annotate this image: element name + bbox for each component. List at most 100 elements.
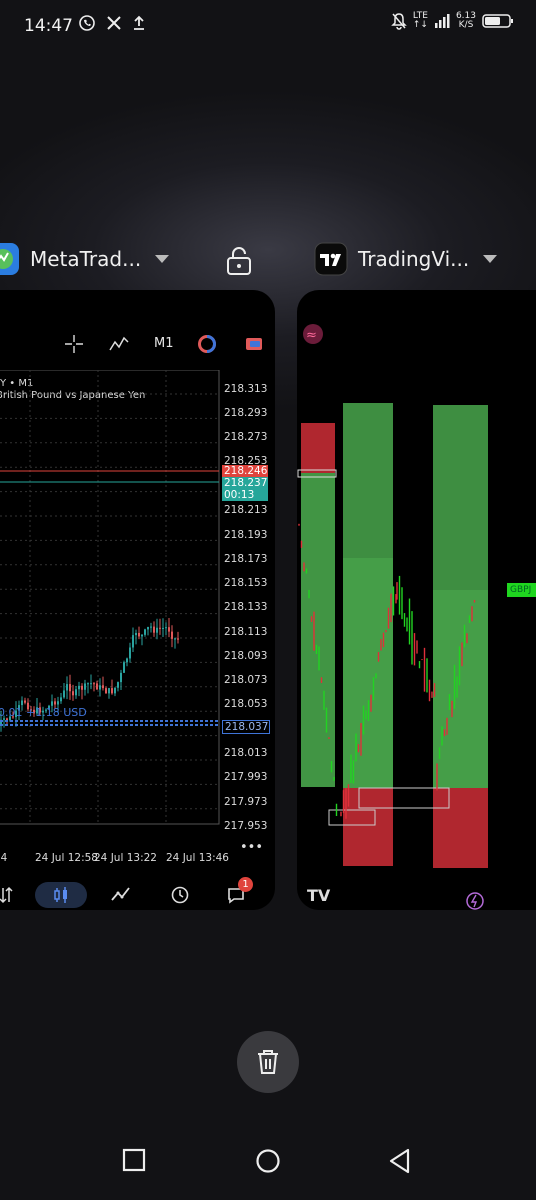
- chevron-down-icon[interactable]: [155, 255, 170, 263]
- price-axis-label: 218.193: [224, 529, 268, 541]
- trade-icon[interactable]: [244, 334, 264, 358]
- timeframe-button[interactable]: M1: [154, 336, 174, 351]
- price-axis-label: 217.993: [224, 771, 268, 783]
- candle-body: [162, 627, 164, 629]
- candle-body: [153, 626, 155, 633]
- price-axis-label: 218.053: [224, 698, 268, 710]
- indicators-icon[interactable]: [108, 334, 130, 358]
- status-icons-left: [78, 14, 146, 32]
- triangle-back-icon: [389, 1148, 410, 1174]
- candle-body: [99, 685, 101, 690]
- chevron-down-icon[interactable]: [483, 255, 498, 263]
- x-icon: [107, 16, 121, 30]
- candle-body: [21, 700, 23, 706]
- price-axis-label: 218.273: [224, 431, 268, 443]
- candle-body: [177, 638, 179, 640]
- candle-body: [72, 691, 74, 696]
- price-axis-label: 218.213: [224, 504, 268, 516]
- messages-icon[interactable]: 1: [226, 877, 253, 909]
- price-axis-label: 218.173: [224, 553, 268, 565]
- chart-tab[interactable]: [35, 882, 87, 908]
- notification-badge: 1: [238, 877, 253, 892]
- candle-body: [123, 662, 125, 673]
- candle-body: [63, 690, 65, 698]
- tradingview-app-icon: [314, 242, 348, 276]
- network-label: LTE ↑↓: [412, 11, 428, 30]
- candle-body: [69, 684, 71, 692]
- metatrader-app-icon: [0, 243, 19, 275]
- candle-body: [87, 683, 89, 685]
- candle-body: [117, 682, 119, 688]
- candle-body: [96, 683, 98, 690]
- more-icon[interactable]: •••: [240, 840, 263, 855]
- clear-all-button[interactable]: [237, 1031, 299, 1093]
- trash-icon: [258, 1050, 278, 1074]
- candle-body: [126, 658, 128, 663]
- metatrader-card[interactable]: M1 Y • M1 British Pound vs Japanese Yen …: [0, 290, 275, 910]
- bell-off-icon: [391, 13, 407, 30]
- tradingview-card[interactable]: ≈ TV GBPJ: [297, 290, 536, 910]
- home-button[interactable]: [255, 1148, 281, 1178]
- candle-body: [171, 631, 173, 639]
- candle-body: [114, 687, 116, 694]
- price-axis-label: 217.953: [224, 820, 268, 832]
- tradingview-app-title: TradingVi...: [358, 247, 470, 271]
- trade-tab-icon[interactable]: [110, 885, 132, 907]
- app-header-metatrader[interactable]: MetaTrad...: [0, 242, 170, 276]
- candle-body: [84, 683, 86, 690]
- position-price-badge: 218.037: [222, 720, 270, 734]
- status-icons-right: LTE ↑↓ 6.13 K/S: [391, 12, 514, 30]
- candle-body: [93, 683, 95, 685]
- price-axis-label: 217.973: [224, 796, 268, 808]
- price-axis-label: 218.153: [224, 577, 268, 589]
- status-time: 14:47: [24, 16, 73, 36]
- square-icon: [122, 1148, 146, 1172]
- candle-body: [75, 689, 77, 696]
- ask-price-badge: 218.237: [222, 477, 268, 489]
- metatrader-app-title: MetaTrad...: [30, 247, 142, 271]
- candle-body: [141, 634, 143, 637]
- candle-body: [135, 632, 137, 636]
- metatrader-bottom-nav: 1: [0, 877, 275, 910]
- candle-body: [57, 701, 59, 705]
- lock-icon[interactable]: [225, 246, 253, 280]
- recents-button[interactable]: [122, 1148, 146, 1176]
- quotes-icon[interactable]: [0, 886, 14, 908]
- chart-toolbar: M1: [0, 334, 275, 356]
- svg-text:TV: TV: [307, 886, 331, 905]
- candle-body: [54, 701, 56, 705]
- price-axis-label: 218.093: [224, 650, 268, 662]
- back-button[interactable]: [388, 1148, 412, 1178]
- candle-body: [90, 683, 92, 685]
- candle-body: [102, 685, 104, 689]
- time-label: 24 Jul 13:22: [94, 852, 157, 864]
- crosshair-icon[interactable]: [64, 334, 84, 358]
- upload-icon: [134, 15, 144, 30]
- symbol-price-tag: GBPJ: [507, 583, 536, 597]
- time-label: 34: [0, 852, 8, 864]
- tradingview-chart[interactable]: ≈ TV: [297, 290, 536, 910]
- price-axis-label: 218.113: [224, 626, 268, 638]
- candle-body: [132, 635, 134, 648]
- candle-body: [111, 688, 113, 694]
- time-label: 24 Jul 12:58: [35, 852, 98, 864]
- candle-body: [129, 647, 131, 659]
- price-axis-label: 218.073: [224, 674, 268, 686]
- candle-body: [108, 688, 110, 694]
- position-label[interactable]: 0.01 +1.18 USD: [0, 706, 87, 719]
- price-axis-label: 218.133: [224, 601, 268, 613]
- whatsapp-icon: [79, 15, 95, 31]
- circle-icon: [256, 1149, 280, 1173]
- price-axis-label: 218.293: [224, 407, 268, 419]
- app-header-tradingview[interactable]: TradingVi...: [314, 242, 498, 276]
- candle-body: [138, 632, 140, 637]
- candle-body: [120, 672, 122, 683]
- candle-body: [147, 627, 149, 630]
- history-icon[interactable]: [170, 885, 190, 909]
- candle-body: [159, 627, 161, 629]
- objects-icon[interactable]: [197, 334, 217, 358]
- candle-body: [168, 627, 170, 632]
- candle-body: [174, 638, 176, 640]
- candle-timer-badge: 00:13: [222, 489, 268, 501]
- candle-body: [105, 688, 107, 694]
